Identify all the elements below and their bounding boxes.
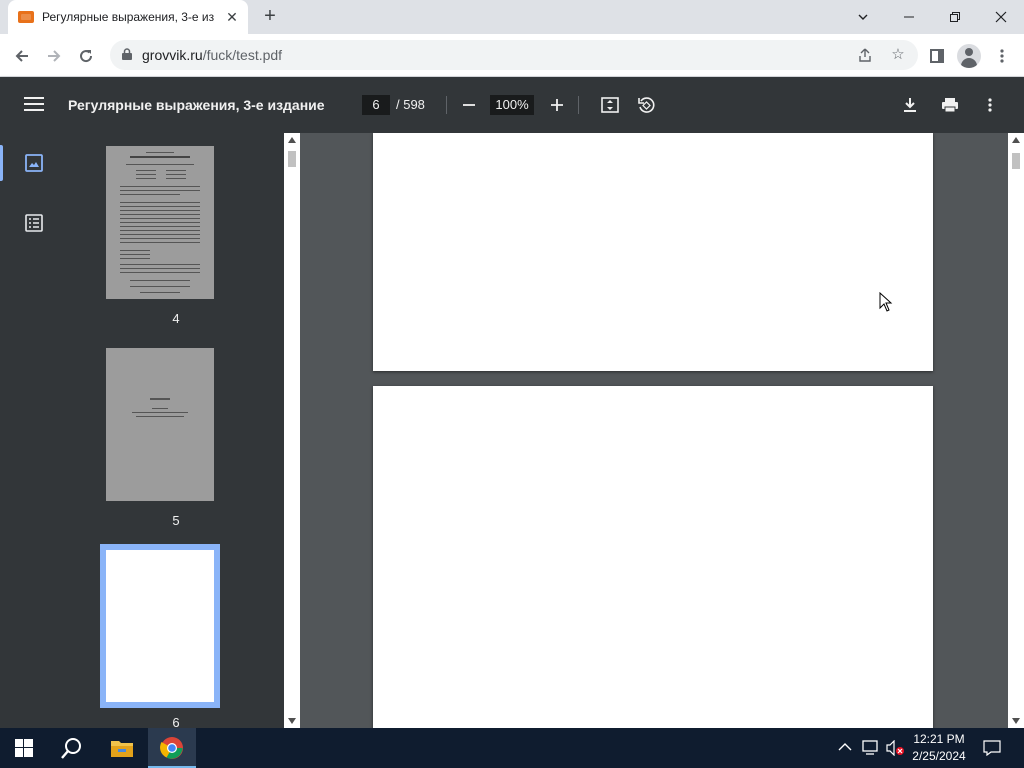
clock-date: 2/25/2024 (912, 749, 966, 763)
active-indicator (0, 145, 3, 181)
show-hidden-icons-icon[interactable] (838, 740, 852, 755)
back-button[interactable] (8, 42, 36, 70)
pdf-toolbar: Регулярные выражения, 3-е издание 6 / 59… (0, 77, 1024, 133)
fit-to-page-icon[interactable] (598, 93, 622, 117)
document-title: Регулярные выражения, 3-е издание (68, 97, 325, 113)
hamburger-menu-icon[interactable] (22, 93, 46, 117)
side-panel-icon[interactable] (925, 44, 949, 68)
search-icon[interactable] (48, 728, 96, 768)
url-text[interactable]: grovvik.ru/fuck/test.pdf (142, 47, 282, 63)
notifications-icon[interactable] (983, 740, 1001, 759)
restore-button[interactable] (932, 0, 978, 34)
pdf-sidebar: 4 5 6 (0, 133, 300, 728)
chrome-taskbar-icon[interactable] (148, 728, 196, 768)
browser-tab[interactable]: Регулярные выражения, 3-е изд ✕ (8, 0, 248, 34)
thumbnail-page-number: 6 (172, 715, 180, 728)
volume-muted-icon[interactable] (886, 739, 906, 759)
thumbnail-page-number: 4 (172, 311, 180, 326)
pdf-page (373, 133, 933, 371)
browser-toolbar: grovvik.ru/fuck/test.pdf ☆ (0, 34, 1024, 77)
page-thumbnail[interactable] (106, 146, 214, 299)
tab-close-icon[interactable]: ✕ (224, 9, 240, 25)
profile-avatar[interactable] (957, 44, 981, 68)
tab-search-icon[interactable] (840, 0, 886, 34)
reload-button[interactable] (72, 42, 100, 70)
share-icon[interactable] (855, 45, 875, 65)
mouse-cursor-icon (879, 292, 893, 312)
site-favicon-icon (18, 11, 34, 23)
thumbnail-list: 4 5 6 (68, 133, 284, 728)
tab-title: Регулярные выражения, 3-е изд (42, 10, 214, 24)
thumbnail-page-number: 5 (172, 513, 180, 528)
toolbar-divider (446, 96, 447, 114)
url-host: grovvik.ru (142, 47, 203, 63)
more-options-icon[interactable] (978, 93, 1002, 117)
page-thumbnail[interactable] (106, 348, 214, 501)
browser-menu-icon[interactable] (990, 44, 1014, 68)
print-icon[interactable] (938, 93, 962, 117)
sidebar-scrollbar[interactable] (284, 133, 300, 728)
sidebar-nav (0, 133, 68, 728)
page-number-input[interactable]: 6 (362, 95, 390, 115)
forward-button[interactable] (40, 42, 68, 70)
url-path: /fuck/test.pdf (202, 47, 283, 63)
tab-strip: Регулярные выражения, 3-е изд ✕ + (0, 0, 1024, 34)
taskbar: 12:21 PM 2/25/2024 (0, 728, 1024, 768)
start-button[interactable] (0, 728, 48, 768)
new-tab-button[interactable]: + (258, 5, 282, 29)
viewer-scrollbar[interactable] (1008, 133, 1024, 728)
zoom-level-input[interactable]: 100% (490, 95, 534, 115)
document-viewer[interactable] (300, 133, 1008, 728)
page-thumbnail-selected[interactable] (100, 544, 220, 708)
system-clock[interactable]: 12:21 PM 2/25/2024 (906, 731, 972, 765)
toolbar-divider (578, 96, 579, 114)
lock-icon[interactable] (122, 48, 132, 60)
network-icon[interactable] (862, 740, 880, 759)
pdf-page (373, 386, 933, 728)
zoom-out-button[interactable] (457, 93, 481, 117)
close-window-button[interactable] (978, 0, 1024, 34)
zoom-in-button[interactable] (545, 93, 569, 117)
rotate-icon[interactable] (634, 93, 658, 117)
download-icon[interactable] (898, 93, 922, 117)
outline-view-icon[interactable] (24, 214, 44, 232)
minimize-button[interactable] (886, 0, 932, 34)
bookmark-star-icon[interactable]: ☆ (888, 45, 908, 65)
file-explorer-icon[interactable] (98, 728, 146, 768)
clock-time: 12:21 PM (913, 732, 965, 746)
page-total: / 598 (396, 97, 425, 112)
address-bar[interactable]: grovvik.ru/fuck/test.pdf ☆ (110, 40, 918, 70)
thumbnails-view-icon[interactable] (24, 154, 44, 172)
